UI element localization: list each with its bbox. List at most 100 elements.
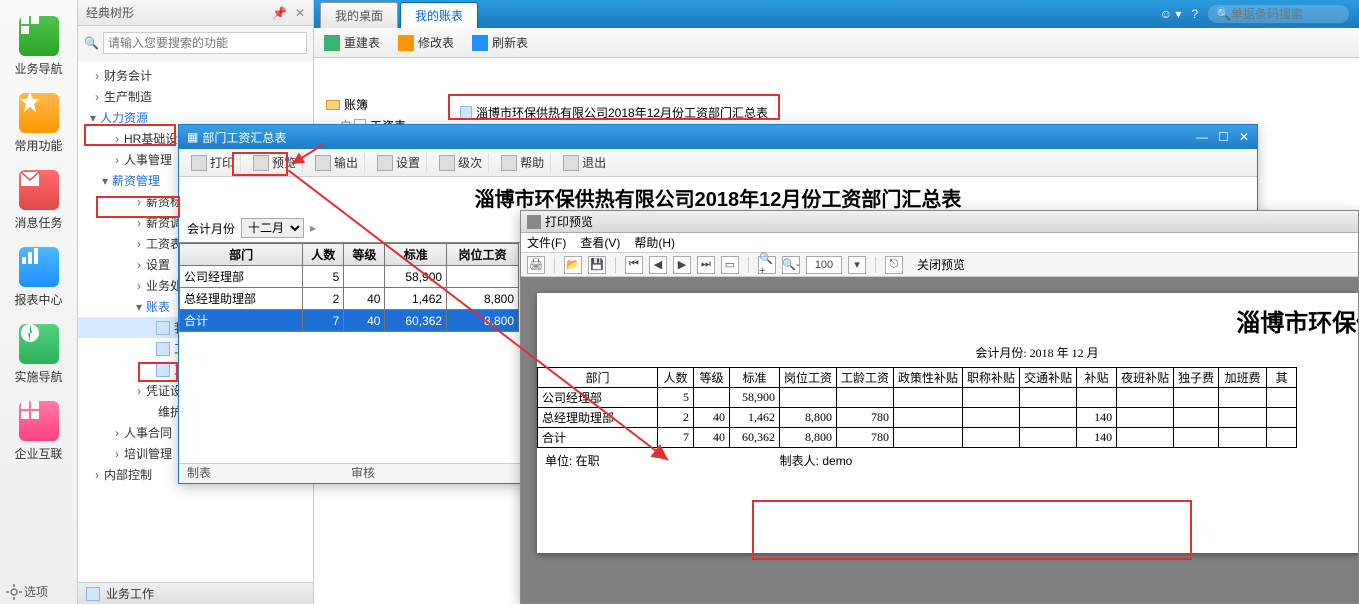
preview-canvas[interactable]: 淄博市环保供热有限公司20 会计月份: 2018 年 12 月 部门人数等级标准… bbox=[521, 277, 1358, 603]
options-button[interactable]: 选项 bbox=[6, 583, 48, 600]
nav-business[interactable]: 业务导航 bbox=[0, 10, 77, 87]
nav-reports[interactable]: 报表中心 bbox=[0, 241, 77, 318]
caret-icon: › bbox=[112, 153, 122, 167]
file-icon bbox=[460, 106, 472, 120]
close-icon[interactable]: ✕ bbox=[1239, 130, 1249, 144]
table-row[interactable]: 合计74060,3628,800 bbox=[180, 310, 519, 332]
nav-favorites[interactable]: 常用功能 bbox=[0, 87, 77, 164]
menu-view[interactable]: 查看(V) bbox=[580, 234, 620, 251]
preview-paper: 淄博市环保供热有限公司20 会计月份: 2018 年 12 月 部门人数等级标准… bbox=[537, 293, 1358, 553]
tree-footer[interactable]: 业务工作 bbox=[78, 582, 313, 604]
caret-icon: › bbox=[92, 468, 102, 482]
nav-enterprise[interactable]: 企业互联 bbox=[0, 395, 77, 472]
topbar-search-input[interactable] bbox=[1231, 7, 1341, 21]
folder-leaf[interactable]: 淄博市环保供热有限公司2018年12月份工资部门汇总表 bbox=[320, 102, 1353, 123]
refresh-label: 刷新表 bbox=[492, 34, 528, 51]
folder-root-label: 账簿 bbox=[344, 96, 368, 113]
dept-window-title-bar[interactable]: ▦ 部门工资汇总表 — ☐ ✕ bbox=[179, 125, 1257, 149]
filter-book-icon[interactable]: ▸ bbox=[310, 221, 316, 235]
exit-preview-icon[interactable]: ⎋ bbox=[885, 256, 903, 274]
modify-button[interactable]: 修改表 bbox=[398, 34, 454, 51]
dept-window-title: 部门工资汇总表 bbox=[202, 129, 286, 146]
setting-button[interactable]: 设置 bbox=[371, 153, 427, 173]
help-toolbar-icon bbox=[501, 155, 517, 171]
tree-item-label: 内部控制 bbox=[104, 466, 152, 483]
nav-messages[interactable]: 消息任务 bbox=[0, 164, 77, 241]
preview-menu: 文件(F) 查看(V) 帮助(H) bbox=[521, 233, 1358, 253]
tree-item[interactable]: ›财务会计 bbox=[78, 65, 313, 86]
print-tool-icon[interactable]: 🖨 bbox=[527, 256, 545, 274]
help-icon[interactable]: ? bbox=[1191, 7, 1198, 21]
first-page-icon[interactable]: ⏮ bbox=[625, 256, 643, 274]
folder-leaf-label: 淄博市环保供热有限公司2018年12月份工资部门汇总表 bbox=[476, 104, 768, 121]
table-cell bbox=[963, 408, 1020, 428]
month-select[interactable]: 十二月 bbox=[241, 218, 304, 238]
nav-impl[interactable]: 实施导航 bbox=[0, 318, 77, 395]
content-toolbar: 重建表 修改表 刷新表 bbox=[314, 28, 1359, 58]
paper-footer: 单位: 在职 制表人: demo bbox=[537, 448, 1358, 469]
tree-item[interactable]: ›生产制造 bbox=[78, 86, 313, 107]
tab-desktop[interactable]: 我的桌面 bbox=[320, 2, 398, 28]
table-row[interactable]: 总经理助理部2401,4628,800 bbox=[180, 288, 519, 310]
table-cell bbox=[1117, 428, 1174, 448]
multi-page-icon[interactable]: ▭ bbox=[721, 256, 739, 274]
tree-item-label: 薪资调 bbox=[146, 214, 182, 231]
setting-icon bbox=[377, 155, 393, 171]
smile-icon[interactable]: ☺ ▾ bbox=[1160, 7, 1182, 21]
minimize-icon[interactable]: — bbox=[1196, 130, 1208, 144]
level-label: 级次 bbox=[458, 154, 482, 171]
preview-title-bar[interactable]: 打印预览 bbox=[521, 211, 1358, 233]
nav-reports-label: 报表中心 bbox=[14, 291, 62, 308]
level-button[interactable]: 级次 bbox=[433, 153, 489, 173]
rebuild-button[interactable]: 重建表 bbox=[324, 34, 380, 51]
preview-button[interactable]: 预览 bbox=[247, 153, 303, 173]
tree-item-label: 设置 bbox=[146, 256, 170, 273]
open-icon[interactable]: 📂 bbox=[564, 256, 582, 274]
preview-title: 打印预览 bbox=[545, 213, 593, 230]
tree-search: 🔍 bbox=[78, 26, 313, 61]
prev-page-icon[interactable]: ◀ bbox=[649, 256, 667, 274]
column-header[interactable]: 等级 bbox=[344, 244, 385, 266]
last-page-icon[interactable]: ⏭ bbox=[697, 256, 715, 274]
caret-icon: ▾ bbox=[88, 111, 98, 125]
export-button[interactable]: 输出 bbox=[309, 153, 365, 173]
table-cell bbox=[1174, 428, 1219, 448]
zoom-in-icon[interactable]: 🔍+ bbox=[758, 256, 776, 274]
menu-help[interactable]: 帮助(H) bbox=[634, 234, 675, 251]
tree-search-input[interactable] bbox=[103, 32, 307, 54]
nav-impl-label: 实施导航 bbox=[14, 368, 62, 385]
refresh-button[interactable]: 刷新表 bbox=[472, 34, 528, 51]
tree-item-label: 人力资源 bbox=[100, 109, 148, 126]
pin-icon[interactable]: 📌 bbox=[272, 6, 287, 20]
caret-icon: › bbox=[112, 132, 122, 146]
nav-favorites-label: 常用功能 bbox=[14, 137, 62, 154]
column-header[interactable]: 岗位工资 bbox=[447, 244, 519, 266]
tab-reports[interactable]: 我的账表 bbox=[400, 2, 478, 28]
close-preview-button[interactable]: 关闭预览 bbox=[917, 256, 965, 273]
help-button[interactable]: 帮助 bbox=[495, 153, 551, 173]
next-page-icon[interactable]: ▶ bbox=[673, 256, 691, 274]
doc-icon bbox=[156, 321, 170, 335]
exit-button[interactable]: 退出 bbox=[557, 153, 612, 173]
table-row[interactable]: 公司经理部558,900 bbox=[180, 266, 519, 288]
zoom-dropdown-icon[interactable]: ▾ bbox=[848, 256, 866, 274]
tree-item-label: 凭证设 bbox=[146, 382, 182, 399]
paper-month: 会计月份: 2018 年 12 月 bbox=[537, 338, 1358, 367]
zoom-value[interactable]: 100 bbox=[806, 256, 842, 274]
print-button[interactable]: 打印 bbox=[185, 153, 241, 173]
zoom-out-icon[interactable]: 🔍- bbox=[782, 256, 800, 274]
export-label: 输出 bbox=[334, 154, 358, 171]
column-header[interactable]: 人数 bbox=[303, 244, 344, 266]
print-icon bbox=[191, 155, 207, 171]
menu-file[interactable]: 文件(F) bbox=[527, 234, 566, 251]
tree-item-label: 人事管理 bbox=[124, 151, 172, 168]
column-header[interactable]: 部门 bbox=[180, 244, 303, 266]
topbar-search[interactable]: 🔍 bbox=[1208, 5, 1349, 23]
table-cell bbox=[1267, 408, 1297, 428]
close-icon[interactable]: ✕ bbox=[295, 6, 305, 20]
column-header[interactable]: 标准 bbox=[385, 244, 447, 266]
dept-toolbar: 打印 预览 输出 设置 级次 帮助 退出 bbox=[179, 149, 1257, 177]
maximize-icon[interactable]: ☐ bbox=[1218, 130, 1229, 144]
table-cell: 合计 bbox=[538, 428, 658, 448]
save-icon[interactable]: 💾 bbox=[588, 256, 606, 274]
